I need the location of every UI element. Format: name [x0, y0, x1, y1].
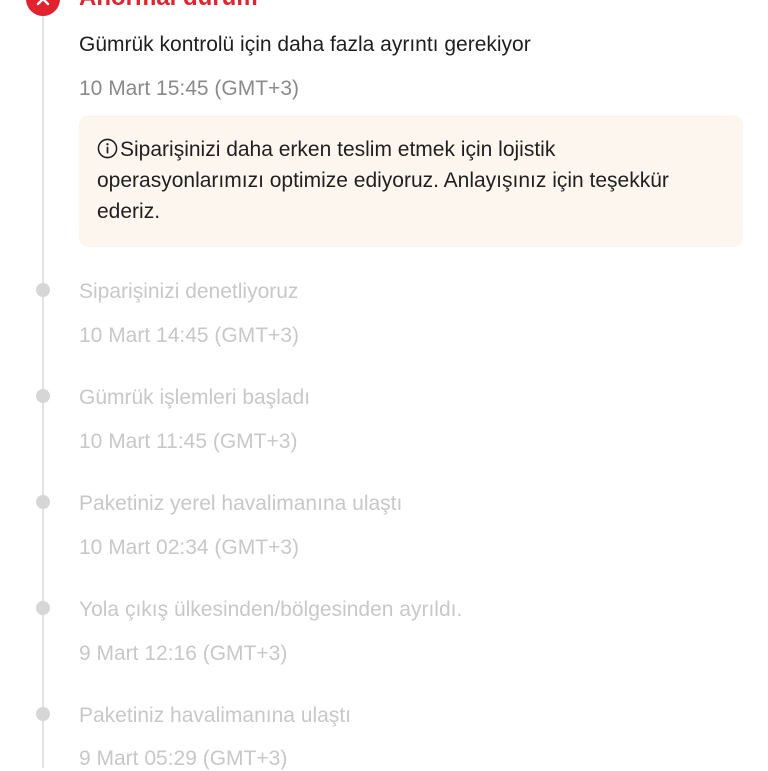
event-time: 9 Mart 12:16 (GMT+3): [79, 642, 288, 665]
event-title: Paketiniz havalimanına ulaştı: [79, 704, 351, 727]
info-notice: Siparişinizi daha erken teslim etmek içi…: [79, 115, 743, 247]
close-icon: [36, 0, 50, 6]
timeline-dot: [36, 601, 50, 615]
status-title: Anormal durum: [79, 0, 258, 12]
event-time: 10 Mart 11:45 (GMT+3): [79, 430, 298, 453]
timeline-dot: [36, 495, 50, 509]
tracking-timeline: Anormal durum Gümrük kontrolü için daha …: [0, 0, 768, 770]
event-title: Siparişinizi denetliyoruz: [79, 280, 299, 303]
info-circle-icon: [97, 138, 118, 159]
event-title: Gümrük işlemleri başladı: [79, 386, 311, 409]
timeline-dot: [36, 707, 50, 721]
close-circle-icon: [26, 0, 60, 16]
notice-text-wrapper: Siparişinizi daha erken teslim etmek içi…: [97, 134, 725, 227]
event-title: Yola çıkış ülkesinden/bölgesinden ayrıld…: [79, 598, 463, 621]
current-event-time: 10 Mart 15:45 (GMT+3): [79, 77, 299, 100]
event-time: 10 Mart 14:45 (GMT+3): [79, 324, 299, 347]
event-time: 9 Mart 05:29 (GMT+3): [79, 747, 288, 770]
current-event-title: Gümrük kontrolü için daha fazla ayrıntı …: [79, 33, 531, 56]
event-title: Paketiniz yerel havalimanına ulaştı: [79, 492, 403, 515]
event-time: 10 Mart 02:34 (GMT+3): [79, 536, 299, 559]
notice-text: Siparişinizi daha erken teslim etmek içi…: [97, 138, 669, 223]
timeline-dot: [36, 283, 50, 297]
timeline-line: [42, 0, 44, 768]
timeline-dot: [36, 389, 50, 403]
